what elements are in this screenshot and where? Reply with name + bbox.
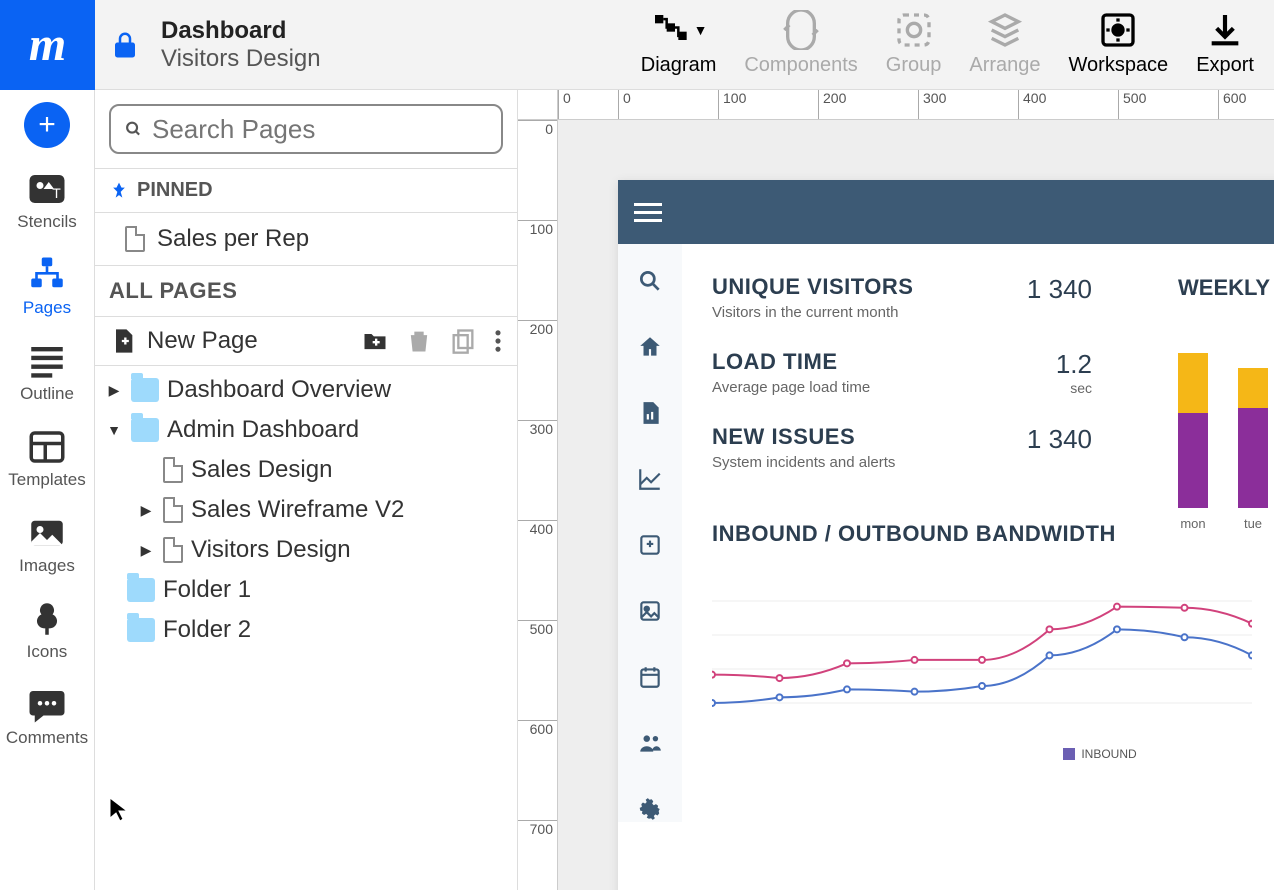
components-tool[interactable]: Components xyxy=(744,10,857,77)
tree-sales-design[interactable]: Sales Design xyxy=(101,450,511,490)
svg-text:T: T xyxy=(52,185,61,201)
search-box[interactable] xyxy=(109,104,503,154)
chart-legend: INBOUND xyxy=(712,747,1274,761)
page-icon xyxy=(163,457,183,483)
mockup-content: UNIQUE VISITORS Visitors in the current … xyxy=(682,244,1274,822)
new-folder-icon[interactable] xyxy=(361,327,389,355)
vertical-ruler: 0 100 200 300 400 500 600 700 xyxy=(518,120,558,890)
tree-sales-wireframe[interactable]: ▶ Sales Wireframe V2 xyxy=(101,490,511,530)
analytics-icon xyxy=(637,466,663,492)
page-icon xyxy=(125,226,145,252)
search-input[interactable] xyxy=(152,114,487,145)
gear-icon xyxy=(637,796,663,822)
page-icon xyxy=(163,497,183,523)
pin-icon xyxy=(109,181,129,201)
rail-pages[interactable]: Pages xyxy=(0,244,94,328)
mockup-nav xyxy=(618,244,682,822)
stat-load-time: LOAD TIME Average page load time 1.2 sec xyxy=(712,349,1092,396)
rail-templates[interactable]: Templates xyxy=(0,416,94,500)
rail-comments[interactable]: Comments xyxy=(0,674,94,758)
rail-outline[interactable]: Outline xyxy=(0,330,94,414)
tree-visitors-design[interactable]: ▶ Visitors Design xyxy=(101,530,511,570)
mockup-header xyxy=(618,180,1274,244)
weekly-chart: WEEKLY montue xyxy=(1178,275,1270,531)
page-tree: ▶ Dashboard Overview ▼ Admin Dashboard S… xyxy=(95,366,517,654)
hamburger-icon xyxy=(634,203,662,222)
left-rail: + T Stencils Pages Outline Templates Ima… xyxy=(0,90,95,890)
document-title[interactable]: Dashboard Visitors Design xyxy=(155,17,485,73)
rail-icons[interactable]: Icons xyxy=(0,588,94,672)
chevron-down-icon: ▼ xyxy=(694,22,708,38)
doc-title-sub: Visitors Design xyxy=(161,45,485,73)
design-canvas[interactable]: UNIQUE VISITORS Visitors in the current … xyxy=(558,120,1274,890)
lock-icon[interactable] xyxy=(95,30,155,60)
stat-unique-visitors: UNIQUE VISITORS Visitors in the current … xyxy=(712,274,1092,321)
mockup-frame[interactable]: UNIQUE VISITORS Visitors in the current … xyxy=(618,180,1274,890)
new-page-row[interactable]: New Page xyxy=(95,317,517,366)
pinned-item-sales-per-rep[interactable]: Sales per Rep xyxy=(95,213,517,266)
folder-icon xyxy=(127,578,155,602)
arrange-tool[interactable]: Arrange xyxy=(969,10,1040,77)
copy-icon[interactable] xyxy=(449,327,477,355)
more-icon[interactable] xyxy=(493,327,503,355)
rail-stencils[interactable]: T Stencils xyxy=(0,158,94,242)
folder-icon xyxy=(131,418,159,442)
page-icon xyxy=(163,537,183,563)
collapse-arrow-icon[interactable]: ▼ xyxy=(105,422,123,438)
rail-images[interactable]: Images xyxy=(0,502,94,586)
export-tool[interactable]: Export xyxy=(1196,10,1254,77)
inbox-icon xyxy=(637,532,663,558)
folder-icon xyxy=(131,378,159,402)
tree-folder-2[interactable]: Folder 2 xyxy=(101,610,511,650)
expand-arrow-icon[interactable]: ▶ xyxy=(137,502,155,519)
new-page-icon xyxy=(109,327,137,355)
tree-dashboard-overview[interactable]: ▶ Dashboard Overview xyxy=(101,370,511,410)
tree-folder-1[interactable]: Folder 1 xyxy=(101,570,511,610)
expand-arrow-icon[interactable]: ▶ xyxy=(105,382,123,399)
all-pages-header: ALL PAGES xyxy=(95,266,517,317)
users-icon xyxy=(637,730,663,756)
ruler-corner xyxy=(518,90,558,120)
tree-admin-dashboard[interactable]: ▼ Admin Dashboard xyxy=(101,410,511,450)
pinned-header: PINNED xyxy=(95,168,517,213)
expand-arrow-icon[interactable]: ▶ xyxy=(137,542,155,559)
calendar-icon xyxy=(637,664,663,690)
search-icon xyxy=(637,268,663,294)
add-button[interactable]: + xyxy=(24,102,70,148)
stat-new-issues: NEW ISSUES System incidents and alerts 1… xyxy=(712,424,1092,471)
folder-icon xyxy=(127,618,155,642)
bandwidth-chart xyxy=(712,567,1274,737)
group-tool[interactable]: Group xyxy=(886,10,942,77)
app-logo[interactable]: m xyxy=(0,0,95,90)
workspace-tool[interactable]: Workspace xyxy=(1069,10,1169,77)
horizontal-ruler: 0 0 100 200 300 400 500 600 xyxy=(558,90,1274,120)
home-icon xyxy=(637,334,663,360)
search-icon xyxy=(125,116,142,142)
file-chart-icon xyxy=(637,400,663,426)
diagram-tool[interactable]: ▼ Diagram xyxy=(641,10,717,77)
image-icon xyxy=(637,598,663,624)
trash-icon[interactable] xyxy=(405,327,433,355)
doc-title-main: Dashboard xyxy=(161,17,485,45)
canvas-area: 0 0 100 200 300 400 500 600 0 100 200 30… xyxy=(518,90,1274,890)
top-toolbar: m Dashboard Visitors Design ▼ Diagram Co… xyxy=(0,0,1274,90)
pages-panel: PINNED Sales per Rep ALL PAGES New Page … xyxy=(95,90,518,890)
